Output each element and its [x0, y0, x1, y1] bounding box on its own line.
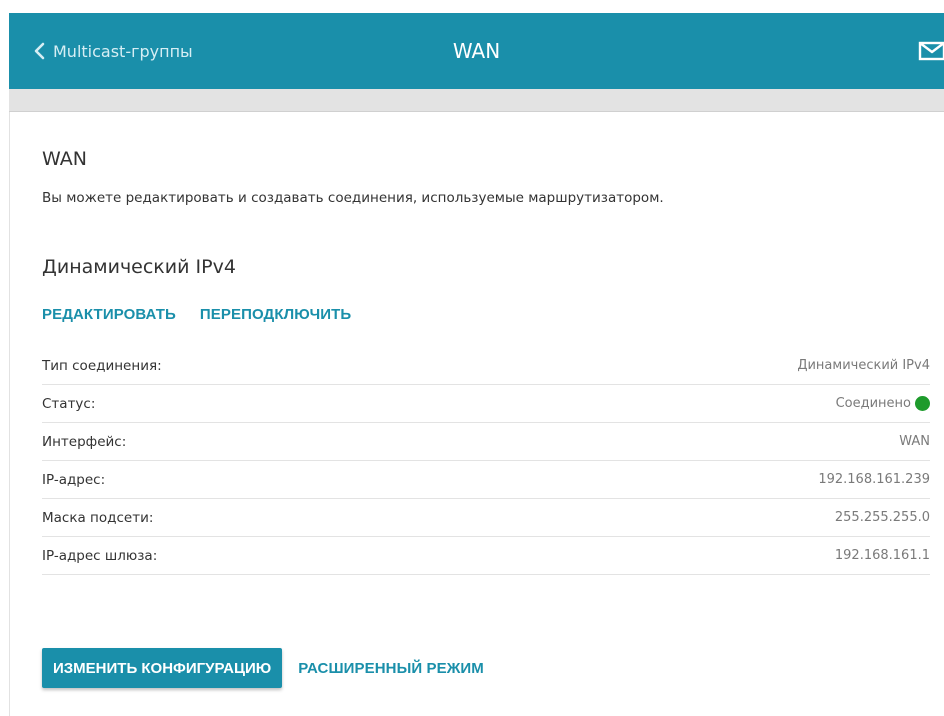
info-row-interface: Интерфейс: WAN [42, 423, 930, 461]
info-row-status: Статус: Соединено [42, 385, 930, 423]
info-value: WAN [899, 434, 930, 449]
left-edge [0, 0, 9, 716]
top-header: Multicast-группы WAN [9, 13, 944, 89]
info-value: 192.168.161.1 [835, 548, 930, 563]
info-value-text: 192.168.161.239 [818, 472, 930, 487]
status-indicator [915, 396, 930, 411]
back-link[interactable]: Multicast-группы [33, 13, 193, 89]
info-value: Динамический IPv4 [797, 358, 930, 373]
advanced-mode-button[interactable]: РАСШИРЕННЫЙ РЕЖИМ [298, 660, 484, 677]
info-row-type: Тип соединения: Динамический IPv4 [42, 347, 930, 385]
change-config-button[interactable]: ИЗМЕНИТЬ КОНФИГУРАЦИЮ [42, 648, 283, 688]
header-subbar [9, 89, 944, 112]
mail-button[interactable] [918, 39, 944, 63]
info-label: IP-адрес: [42, 471, 106, 488]
chevron-left-icon [33, 42, 45, 60]
info-value-text: 192.168.161.1 [834, 548, 930, 563]
page-description: Вы можете редактировать и создавать соед… [42, 190, 664, 206]
info-label: IP-адрес шлюза: [42, 547, 158, 564]
edit-button[interactable]: РЕДАКТИРОВАТЬ [42, 306, 176, 323]
info-label: Статус: [42, 395, 96, 412]
back-link-label: Multicast-группы [53, 41, 193, 61]
info-label: Тип соединения: [42, 357, 162, 374]
info-value-text: WAN [899, 434, 930, 449]
info-row-gateway: IP-адрес шлюза: 192.168.161.1 [42, 537, 930, 575]
connection-title: Динамический IPv4 [42, 256, 236, 278]
info-label: Интерфейс: [42, 433, 127, 450]
info-row-ip-address: IP-адрес: 192.168.161.239 [42, 461, 930, 499]
mail-icon [918, 41, 944, 67]
info-row-subnet-mask: Маска подсети: 255.255.255.0 [42, 499, 930, 537]
info-value-text: 255.255.255.0 [834, 510, 930, 525]
info-value-text: Динамический IPv4 [797, 358, 930, 373]
info-value: 192.168.161.239 [818, 472, 930, 487]
info-value: 255.255.255.0 [835, 510, 930, 525]
reconnect-button[interactable]: ПЕРЕПОДКЛЮЧИТЬ [200, 306, 351, 323]
info-label: Маска подсети: [42, 509, 154, 526]
status-text: Соединено [835, 396, 911, 411]
page-title: WAN [42, 148, 87, 170]
connection-info-table: Тип соединения: Динамический IPv4 Статус… [42, 347, 930, 575]
footer-actions: ИЗМЕНИТЬ КОНФИГУРАЦИЮ РАСШИРЕННЫЙ РЕЖИМ [42, 648, 484, 688]
app-frame: Multicast-группы WAN WAN Вы можете редак… [0, 0, 944, 716]
main-content: WAN Вы можете редактировать и создавать … [9, 112, 944, 716]
info-value: Соединено [836, 396, 930, 411]
connection-actions: РЕДАКТИРОВАТЬ ПЕРЕПОДКЛЮЧИТЬ [42, 306, 351, 323]
